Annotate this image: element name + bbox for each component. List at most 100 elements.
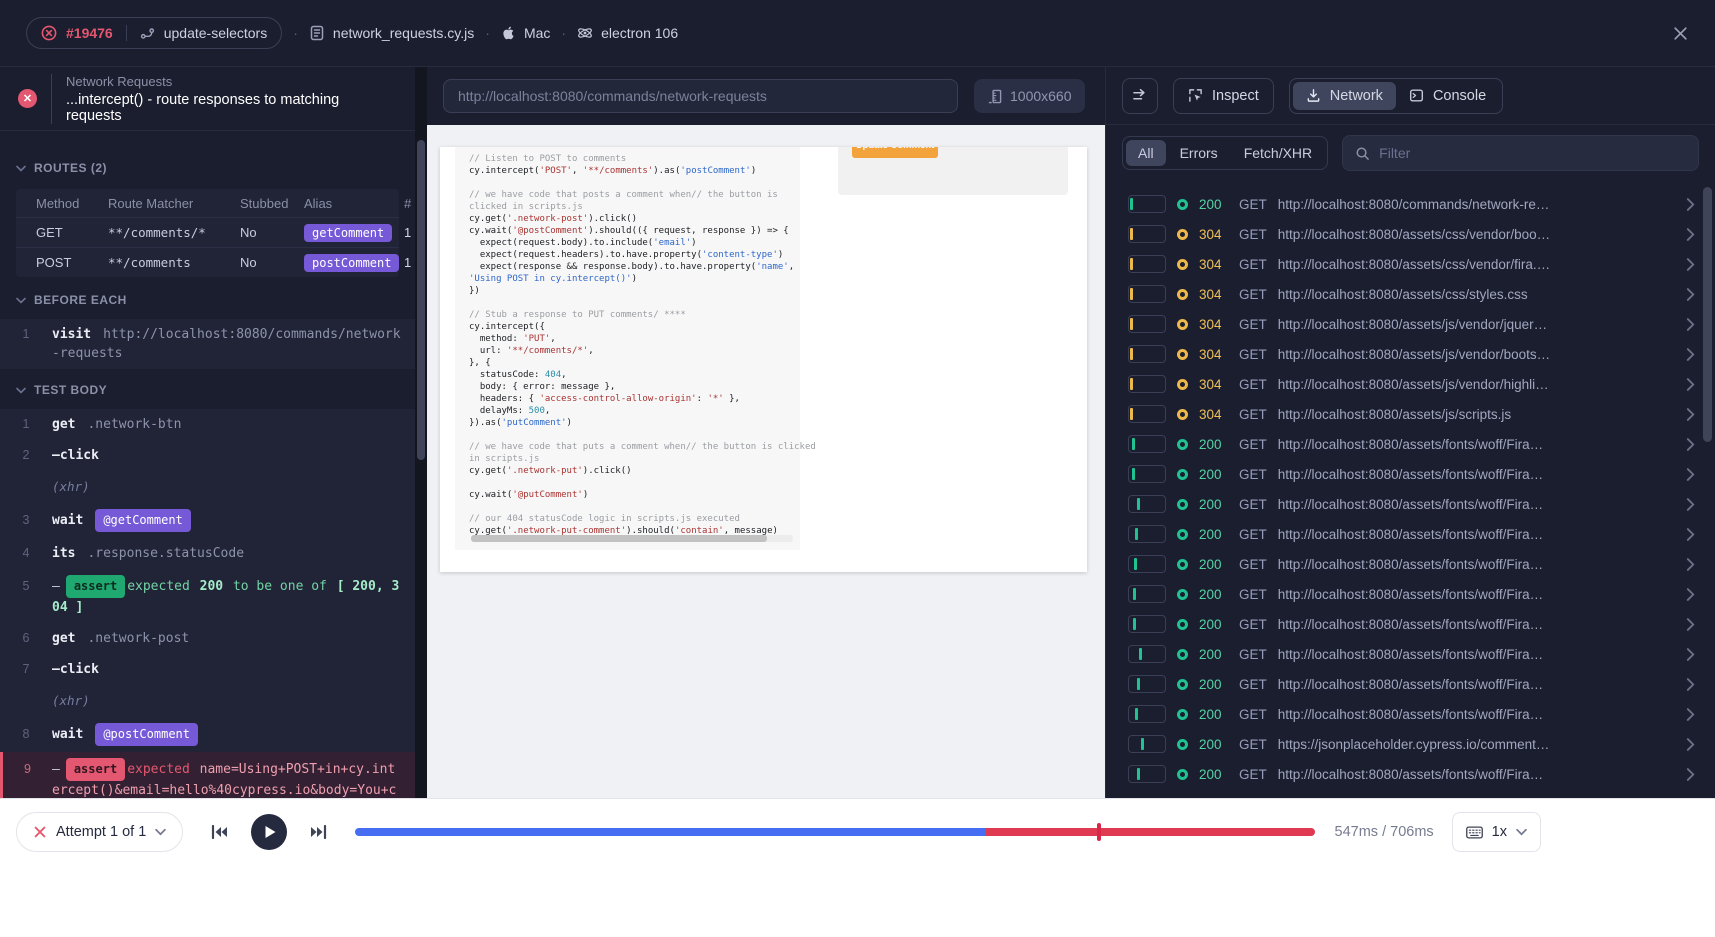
network-request-row[interactable]: 200GEThttp://localhost:8080/assets/fonts… — [1106, 699, 1715, 729]
branch-name[interactable]: update-selectors — [164, 25, 268, 41]
playback-speed-selector[interactable]: 1x — [1452, 812, 1541, 852]
network-request-row[interactable]: 200GEThttp://localhost:8080/assets/fonts… — [1106, 669, 1715, 699]
network-request-row[interactable]: 304GEThttp://localhost:8080/assets/js/ve… — [1106, 309, 1715, 339]
section-test-body[interactable]: TEST BODY — [0, 377, 415, 403]
code-segment: , — [545, 406, 550, 416]
code-segment: delayMs: — [469, 406, 529, 416]
code-segment: 404 — [545, 370, 561, 380]
network-request-row[interactable]: 304GEThttp://localhost:8080/assets/css/v… — [1106, 219, 1715, 249]
network-request-row[interactable]: 304GEThttp://localhost:8080/assets/css/s… — [1106, 279, 1715, 309]
skip-to-end-button[interactable] — [309, 823, 329, 841]
skip-to-start-button[interactable] — [209, 823, 229, 841]
status-donut-icon — [1177, 439, 1188, 450]
timeline-failed-segment — [986, 828, 1314, 836]
inspect-button[interactable]: Inspect — [1173, 78, 1274, 114]
browser-name: electron 106 — [601, 25, 678, 41]
network-request-row[interactable]: 304GEThttp://localhost:8080/assets/js/sc… — [1106, 399, 1715, 429]
network-request-row[interactable]: 200GEThttp://localhost:8080/assets/fonts… — [1106, 549, 1715, 579]
filter-tab-errors[interactable]: Errors — [1168, 140, 1230, 166]
download-icon — [1306, 88, 1321, 103]
network-request-row[interactable]: 200GEThttp://localhost:8080/assets/fonts… — [1106, 609, 1715, 639]
attempt-selector[interactable]: Attempt 1 of 1 — [16, 812, 183, 852]
request-timing-tick — [1137, 678, 1140, 690]
code-segment: : — [697, 394, 708, 404]
route-matcher: **/comments — [108, 255, 240, 270]
status-donut-icon — [1177, 499, 1188, 510]
tab-console[interactable]: Console — [1396, 82, 1499, 110]
request-timing-tick — [1130, 288, 1133, 300]
network-filter-input[interactable]: Filter — [1342, 135, 1699, 171]
status-donut-icon — [1177, 619, 1188, 630]
filter-tab-fetchxhr[interactable]: Fetch/XHR — [1232, 140, 1324, 166]
filter-tab-all[interactable]: All — [1126, 140, 1166, 166]
pill-divider — [126, 25, 127, 41]
timeline-playhead[interactable] — [1097, 823, 1101, 841]
request-url: http://localhost:8080/assets/fonts/woff/… — [1278, 557, 1675, 572]
command-row[interactable]: 7–click — [0, 654, 415, 685]
spec-crumb[interactable]: network_requests.cy.js — [309, 25, 474, 41]
network-request-row[interactable]: 304GEThttp://localhost:8080/assets/css/v… — [1106, 249, 1715, 279]
command-row[interactable]: 1get.network-btn — [0, 409, 415, 440]
alias-badge[interactable]: getComment — [304, 224, 392, 242]
network-request-row[interactable]: 304GEThttp://localhost:8080/assets/js/ve… — [1106, 369, 1715, 399]
replay-player-bar: Attempt 1 of 1 547ms / 706ms — [0, 798, 1715, 937]
network-request-row[interactable]: 200GEThttps://jsonplaceholder.cypress.io… — [1106, 729, 1715, 759]
network-request-row[interactable]: 200GEThttp://localhost:8080/assets/fonts… — [1106, 519, 1715, 549]
timeline-scrubber[interactable] — [355, 828, 1314, 836]
command-number: 3 — [0, 513, 52, 527]
command-row[interactable]: 9–assertexpected name=Using+POST+in+cy.i… — [0, 752, 415, 798]
code-line: delayMs: 500, — [469, 405, 800, 417]
command-row[interactable]: 1visithttp://localhost:8080/commands/net… — [0, 319, 415, 369]
url-bar[interactable]: http://localhost:8080/commands/network-r… — [443, 79, 958, 113]
network-request-row[interactable]: 200GEThttp://localhost:8080/assets/fonts… — [1106, 489, 1715, 519]
command-argument: .network-btn — [87, 417, 181, 432]
route-row[interactable]: POST**/commentsNopostComment1 — [16, 247, 399, 277]
command-row[interactable]: 5–assertexpected 200 to be one of [ 200,… — [0, 569, 415, 623]
command-row[interactable]: 2–click — [0, 440, 415, 471]
scrollbar-thumb[interactable] — [1703, 187, 1712, 442]
alias-badge[interactable]: @getComment — [95, 509, 190, 532]
network-request-row[interactable]: 200GEThttp://localhost:8080/assets/fonts… — [1106, 759, 1715, 789]
command-log-scroll[interactable]: ROUTES (2) MethodRoute MatcherStubbedAli… — [0, 131, 415, 798]
run-pill[interactable]: #19476 update-selectors — [26, 17, 282, 49]
left-panel-scrollbar[interactable] — [415, 67, 427, 798]
command-number: 1 — [0, 327, 52, 341]
command-row[interactable]: 6get.network-post — [0, 623, 415, 654]
section-before-each[interactable]: BEFORE EACH — [0, 287, 415, 313]
network-request-row[interactable]: 200GEThttp://localhost:8080/assets/fonts… — [1106, 579, 1715, 609]
section-routes[interactable]: ROUTES (2) — [0, 155, 415, 181]
app-horizontal-scrollbar[interactable] — [471, 535, 793, 542]
network-request-row[interactable]: 304GEThttp://localhost:8080/assets/js/ve… — [1106, 339, 1715, 369]
alias-badge[interactable]: postComment — [304, 254, 399, 272]
request-timing-box — [1128, 735, 1166, 753]
scrollbar-thumb[interactable] — [417, 140, 425, 460]
network-request-row[interactable]: 200GEThttp://localhost:8080/assets/fonts… — [1106, 429, 1715, 459]
command-row[interactable]: 3wait@getComment — [0, 503, 415, 538]
command-row[interactable]: 4its.response.statusCode — [0, 538, 415, 569]
close-icon[interactable] — [1672, 25, 1689, 42]
update-comment-button[interactable]: Update Comment — [852, 147, 938, 158]
network-request-row[interactable]: 200GEThttp://localhost:8080/assets/fonts… — [1106, 639, 1715, 669]
chevron-right-icon — [1686, 408, 1695, 421]
route-row[interactable]: GET**/comments/*NogetComment1 — [16, 217, 399, 247]
alias-badge[interactable]: @postComment — [95, 723, 198, 746]
os-crumb: Mac — [501, 25, 550, 41]
status-code: 200 — [1199, 557, 1228, 572]
request-method: GET — [1239, 587, 1267, 602]
status-code: 304 — [1199, 407, 1228, 422]
collapse-panel-button[interactable] — [1122, 78, 1158, 114]
command-content: (xhr) — [52, 691, 401, 711]
play-button[interactable] — [251, 814, 287, 850]
network-request-row[interactable]: 200GEThttp://localhost:8080/commands/net… — [1106, 189, 1715, 219]
network-request-row[interactable]: 200GEThttp://localhost:8080/assets/fonts… — [1106, 459, 1715, 489]
tab-network[interactable]: Network — [1293, 82, 1396, 110]
command-row[interactable]: 8wait@postComment — [0, 717, 415, 752]
command-content: visithttp://localhost:8080/commands/netw… — [52, 325, 401, 363]
scrollbar-thumb[interactable] — [471, 535, 767, 542]
aut-iframe[interactable]: // Listen to POST to commentscy.intercep… — [440, 147, 1087, 572]
request-timing-tick — [1130, 318, 1133, 330]
run-number[interactable]: #19476 — [66, 25, 113, 41]
code-segment: body: { error: message }, — [469, 382, 615, 392]
command-name: get — [52, 631, 75, 646]
request-url: http://localhost:8080/assets/fonts/woff/… — [1278, 437, 1675, 452]
